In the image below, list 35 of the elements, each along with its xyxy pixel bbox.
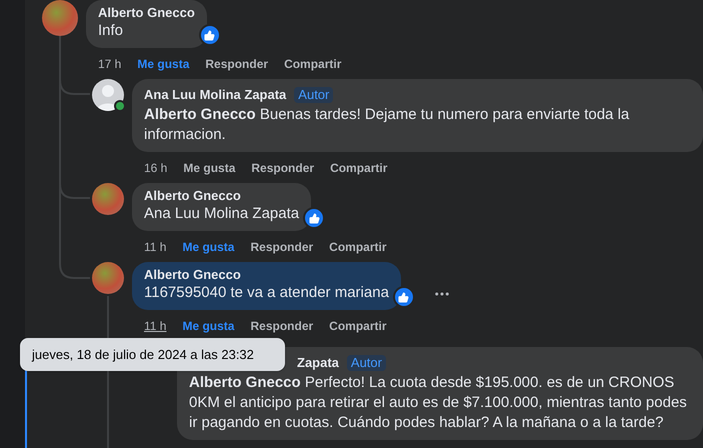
author-name[interactable]: Alberto Gnecco [144, 267, 241, 283]
like-button[interactable]: Me gusta [183, 160, 236, 176]
like-button[interactable]: Me gusta [137, 56, 190, 72]
avatar[interactable] [92, 79, 124, 111]
share-button[interactable]: Compartir [330, 160, 388, 176]
share-button[interactable]: Compartir [329, 318, 387, 334]
share-button[interactable]: Compartir [329, 239, 387, 255]
reply-button[interactable]: Responder [251, 160, 314, 176]
author-name[interactable]: Zapata [297, 354, 339, 370]
author-name[interactable]: Alberto Gnecco [98, 5, 195, 21]
like-reaction-icon[interactable] [303, 207, 326, 229]
author-name[interactable]: Alberto Gnecco [144, 188, 241, 204]
date-tooltip: jueves, 18 de julio de 2024 a las 23:32 [20, 338, 285, 371]
author-name[interactable]: Ana Luu Molina Zapata [144, 86, 286, 102]
comment-text: Info [98, 21, 124, 41]
like-button[interactable]: Me gusta [182, 318, 234, 334]
reply-button[interactable]: Responder [205, 56, 268, 72]
comment-text: Alberto Gnecco Buenas tardes! Dejame tu numero para enviarte toda la informacion. [144, 105, 630, 145]
reply-button[interactable]: Responder [250, 239, 314, 255]
author-badge: Autor [294, 86, 334, 102]
mention-link[interactable]: Alberto Gnecco [144, 106, 256, 123]
comment-text: Alberto Gnecco Perfecto! La cuota desde $195.000. es de un CRONOS 0KM el anticipo para retirar el auto es de $7.100.000, mientras tanto podes ir pagando en cuotas. Cuándo podes hablar? A la mañana o a la tarde? [189, 373, 688, 433]
comment-text: Ana Luu Molina Zapata [144, 204, 300, 224]
timestamp[interactable]: 17 h [98, 56, 122, 72]
author-badge: Autor [346, 354, 386, 370]
share-button[interactable]: Compartir [284, 56, 342, 72]
like-reaction-icon[interactable] [392, 286, 415, 308]
timestamp[interactable]: 11 h [144, 239, 166, 255]
comment-text: 1167595040 te va a atender mariana [144, 283, 389, 303]
like-button[interactable]: Me gusta [182, 239, 234, 255]
timestamp[interactable]: 16 h [144, 160, 168, 176]
like-reaction-icon[interactable] [198, 24, 221, 46]
timestamp[interactable]: 11 h [144, 318, 166, 334]
mention-link[interactable]: Alberto Gnecco [189, 374, 301, 391]
reply-button[interactable]: Responder [250, 318, 314, 334]
